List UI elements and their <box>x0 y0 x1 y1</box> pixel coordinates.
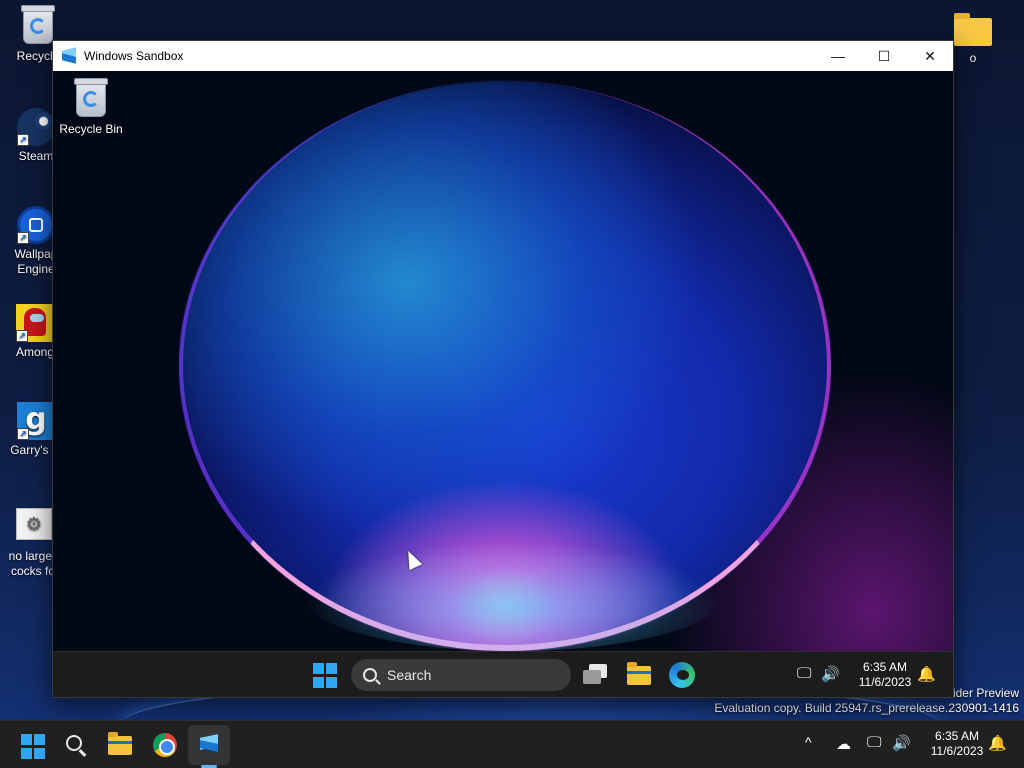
minimize-icon: — <box>831 48 845 64</box>
garrys-mod-icon: g ↗ <box>17 402 55 440</box>
recycle-bin-icon <box>72 78 110 119</box>
shortcut-arrow-icon: ↗ <box>17 134 29 146</box>
show-hidden-icons-chevron-icon[interactable]: ^ <box>805 734 812 750</box>
sandbox-window-title: Windows Sandbox <box>84 49 184 63</box>
search-icon <box>363 668 377 682</box>
shortcut-arrow-icon: ↗ <box>17 232 29 244</box>
close-icon: ✕ <box>924 47 936 64</box>
steam-icon: ↗ <box>17 108 55 146</box>
sandbox-desktop-icon-recycle-bin[interactable]: Recycle Bin <box>56 78 126 137</box>
windows-sandbox-icon[interactable] <box>198 736 224 762</box>
notification-bell-icon[interactable]: 🔔 <box>917 665 936 683</box>
search-box[interactable]: Search <box>351 659 571 691</box>
settings-file-icon: ⚙ <box>16 508 54 546</box>
start-icon[interactable] <box>313 663 339 689</box>
desktop-icon-label: Recycle Bin <box>59 122 123 136</box>
maximize-button[interactable]: ☐ <box>861 41 907 71</box>
sandbox-clock-date: 11/6/2023 <box>858 675 912 689</box>
build-watermark-line2: Evaluation copy. Build 25947.rs_prerelea… <box>714 701 1019 715</box>
file-explorer-icon[interactable] <box>627 662 653 692</box>
close-button[interactable]: ✕ <box>907 41 953 71</box>
volume-icon[interactable]: 🔊 <box>892 734 911 752</box>
sandbox-desktop[interactable]: Recycle Bin <box>53 71 953 651</box>
shortcut-arrow-icon: ↗ <box>16 330 28 342</box>
notification-bell-icon[interactable]: 🔔 <box>988 734 1007 752</box>
folder-icon <box>954 10 992 48</box>
maximize-icon: ☐ <box>877 47 891 64</box>
host-taskbar: ^ ☁ 🖵 🔊 6:35 AM 11/6/2023 🔔 <box>0 720 1024 768</box>
task-view-icon[interactable] <box>583 664 609 690</box>
file-explorer-icon[interactable] <box>108 732 134 762</box>
search-placeholder: Search <box>387 667 432 683</box>
volume-icon[interactable]: 🔊 <box>821 665 840 683</box>
wallpaper-bloom-glow <box>303 541 723 651</box>
start-icon[interactable] <box>21 734 47 760</box>
search-icon[interactable] <box>64 733 90 759</box>
sandbox-clock-time: 6:35 AM <box>862 660 908 674</box>
sandbox-clock[interactable]: 6:35 AM 11/6/2023 <box>847 660 923 690</box>
among-us-icon: ↗ <box>16 304 54 342</box>
onedrive-offline-icon[interactable]: ☁ <box>836 735 851 753</box>
network-icon[interactable]: 🖵 <box>797 665 811 682</box>
wallpaper-engine-icon: ↗ <box>17 206 55 244</box>
build-watermark-line1: ider Preview <box>952 686 1019 700</box>
host-clock-date: 11/6/2023 <box>930 744 984 758</box>
host-clock[interactable]: 6:35 AM 11/6/2023 <box>918 729 996 759</box>
sandbox-title-bar[interactable]: Windows Sandbox — ☐ ✕ <box>53 41 953 71</box>
sandbox-window[interactable]: Windows Sandbox — ☐ ✕ Recycle Bin Search <box>52 40 954 698</box>
network-icon[interactable]: 🖵 <box>867 734 881 751</box>
sandbox-taskbar: Search 🖵 🔊 6:35 AM 11/6/2023 🔔 <box>53 651 953 697</box>
host-clock-time: 6:35 AM <box>934 729 980 743</box>
windows-sandbox-icon <box>61 47 77 64</box>
minimize-button[interactable]: — <box>815 41 861 71</box>
shortcut-arrow-icon: ↗ <box>17 428 29 440</box>
chrome-icon[interactable] <box>153 733 179 759</box>
edge-icon[interactable] <box>669 662 695 688</box>
